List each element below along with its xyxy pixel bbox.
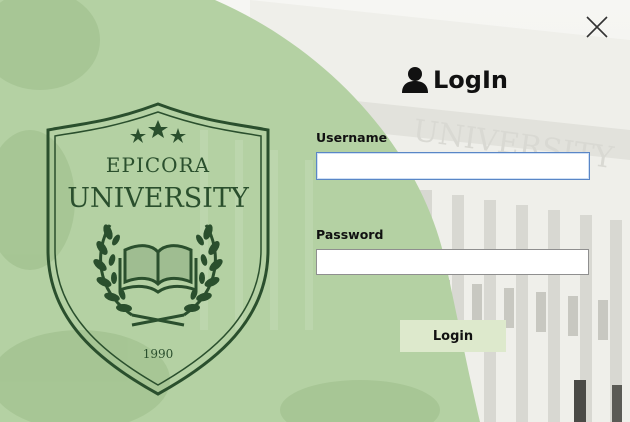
- university-crest-logo: EPICORA UNIVERSITY 1990: [46, 102, 270, 396]
- login-button[interactable]: Login: [400, 320, 506, 352]
- password-label: Password: [316, 227, 384, 242]
- login-window: UNIVERSITY EPICORA UNIVERSITY 1990 LogIn…: [0, 0, 630, 422]
- close-button[interactable]: [578, 10, 616, 44]
- user-icon: [402, 67, 428, 93]
- password-input[interactable]: [316, 249, 589, 275]
- page-title: LogIn: [433, 66, 508, 94]
- star-icon: [130, 120, 186, 143]
- crest-line1: EPICORA: [106, 153, 210, 177]
- username-label: Username: [316, 130, 388, 145]
- username-input[interactable]: [316, 152, 590, 180]
- close-icon: [586, 16, 608, 38]
- book-icon: [118, 244, 198, 294]
- crest-year: 1990: [143, 347, 174, 361]
- login-header: LogIn: [400, 62, 508, 98]
- crest-line2: UNIVERSITY: [67, 183, 250, 214]
